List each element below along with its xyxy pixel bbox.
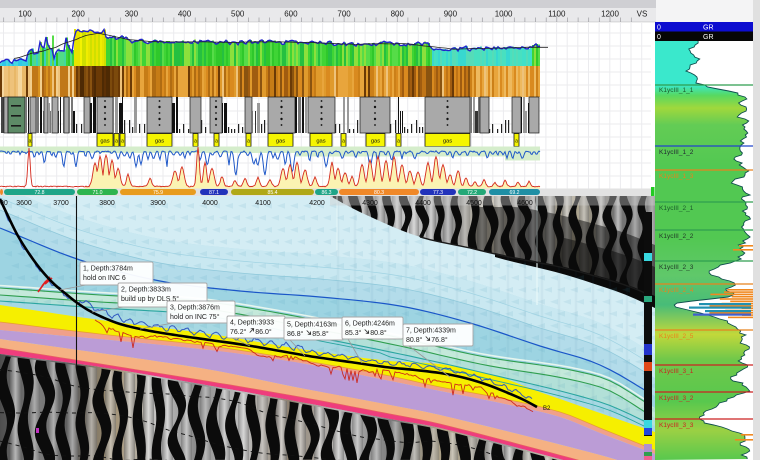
- svg-text:86.8°: 86.8°: [287, 330, 304, 338]
- svg-text:3700: 3700: [53, 200, 69, 207]
- svg-text:hold on INC 6: hold on INC 6: [83, 275, 126, 282]
- svg-text:85.8°: 85.8°: [312, 330, 329, 338]
- svg-text:86.3: 86.3: [321, 190, 331, 196]
- svg-text:K1ycIII_1_3: K1ycIII_1_3: [659, 173, 694, 180]
- svg-text:3600: 3600: [16, 200, 32, 207]
- svg-text:6, Depth:4246m: 6, Depth:4246m: [345, 321, 395, 328]
- svg-text:500: 500: [231, 10, 245, 19]
- svg-text:gas: gas: [316, 139, 325, 145]
- svg-text:80.3: 80.3: [374, 190, 384, 196]
- svg-text:a: a: [115, 139, 118, 145]
- svg-text:a: a: [247, 139, 250, 145]
- svg-text:600: 600: [284, 10, 298, 19]
- svg-text:hold on INC 75°: hold on INC 75°: [170, 313, 220, 321]
- svg-text:1, Depth:3784m: 1, Depth:3784m: [83, 266, 133, 273]
- svg-text:87.1: 87.1: [209, 190, 219, 196]
- svg-text:K1ycIII_1_2: K1ycIII_1_2: [659, 149, 694, 156]
- svg-text:85.4: 85.4: [267, 190, 277, 196]
- svg-text:1200: 1200: [601, 10, 619, 19]
- svg-text:a: a: [215, 139, 218, 145]
- svg-text:GR: GR: [703, 34, 714, 41]
- svg-text:gas: gas: [100, 139, 109, 145]
- svg-text:K1ycIII_1_1: K1ycIII_1_1: [659, 87, 694, 94]
- svg-text:4000: 4000: [202, 200, 218, 207]
- svg-text:VS: VS: [637, 10, 648, 19]
- svg-text:a: a: [515, 139, 518, 145]
- svg-text:gas: gas: [276, 139, 285, 145]
- svg-text:K1ycIII_2_2: K1ycIII_2_2: [659, 233, 694, 240]
- svg-text:B2: B2: [543, 406, 551, 412]
- svg-text:K1ycIII_2_5: K1ycIII_2_5: [659, 333, 694, 340]
- svg-text:4400: 4400: [415, 200, 431, 207]
- svg-text:900: 900: [444, 10, 458, 19]
- svg-text:0: 0: [657, 25, 661, 32]
- svg-text:76.2°: 76.2°: [230, 328, 247, 336]
- svg-text:4500: 4500: [466, 200, 482, 207]
- svg-text:5, Depth:4163m: 5, Depth:4163m: [287, 322, 337, 329]
- svg-text:K1ycIII_3_1: K1ycIII_3_1: [659, 368, 694, 375]
- svg-text:2, Depth:3833m: 2, Depth:3833m: [121, 287, 171, 294]
- svg-text:gas: gas: [443, 139, 452, 145]
- svg-text:4600: 4600: [517, 200, 533, 207]
- svg-text:K1ycIII_3_3: K1ycIII_3_3: [659, 422, 694, 429]
- svg-text:00: 00: [0, 200, 8, 207]
- svg-text:800: 800: [391, 10, 405, 19]
- svg-text:80.8°: 80.8°: [370, 329, 387, 337]
- svg-text:400: 400: [178, 10, 192, 19]
- svg-text:3900: 3900: [150, 200, 166, 207]
- svg-text:a: a: [342, 139, 345, 145]
- svg-text:3, Depth:3876m: 3, Depth:3876m: [170, 305, 220, 312]
- svg-text:gas: gas: [155, 139, 164, 145]
- svg-text:80.8°: 80.8°: [406, 336, 423, 344]
- svg-text:K1ycIII_2_3: K1ycIII_2_3: [659, 264, 694, 271]
- svg-text:100: 100: [18, 10, 32, 19]
- svg-text:75.9: 75.9: [153, 190, 163, 196]
- svg-text:0: 0: [657, 34, 661, 41]
- svg-text:3800: 3800: [99, 200, 115, 207]
- svg-text:K1ycIII_2_1: K1ycIII_2_1: [659, 205, 694, 212]
- svg-text:GR: GR: [703, 25, 714, 32]
- svg-text:300: 300: [125, 10, 139, 19]
- svg-text:200: 200: [72, 10, 86, 19]
- svg-text:K1ycIII_3_2: K1ycIII_3_2: [659, 395, 694, 402]
- svg-text:gas: gas: [371, 139, 380, 145]
- svg-text:69.2: 69.2: [509, 190, 519, 196]
- svg-text:1100: 1100: [548, 10, 566, 19]
- svg-text:K1ycIII_2_4: K1ycIII_2_4: [659, 287, 694, 294]
- svg-text:a: a: [397, 139, 400, 145]
- svg-text:72.8: 72.8: [34, 190, 44, 196]
- svg-text:4100: 4100: [255, 200, 271, 207]
- svg-text:77.3: 77.3: [433, 190, 443, 196]
- svg-text:a: a: [29, 139, 32, 145]
- svg-text:4, Depth:3933: 4, Depth:3933: [230, 320, 274, 327]
- svg-text:7, Depth:4339m: 7, Depth:4339m: [406, 328, 456, 335]
- svg-text:a: a: [121, 139, 124, 145]
- svg-text:4200: 4200: [309, 200, 325, 207]
- svg-text:4300: 4300: [362, 200, 378, 207]
- svg-text:76.8°: 76.8°: [431, 336, 448, 344]
- svg-text:85.3°: 85.3°: [345, 329, 362, 337]
- svg-text:1000: 1000: [495, 10, 513, 19]
- svg-text:a: a: [194, 139, 197, 145]
- svg-text:72.2: 72.2: [467, 190, 477, 196]
- svg-text:86.0°: 86.0°: [255, 328, 272, 336]
- svg-text:71.0: 71.0: [92, 190, 102, 196]
- svg-text:700: 700: [337, 10, 351, 19]
